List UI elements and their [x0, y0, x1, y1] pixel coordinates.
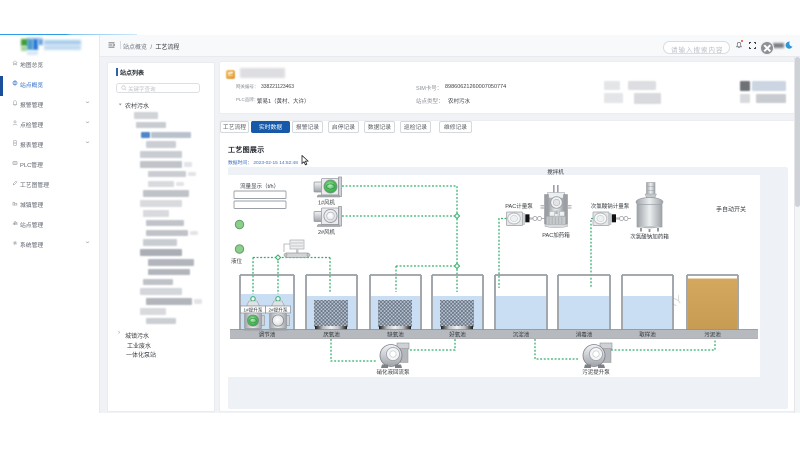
svg-text:1#风机: 1#风机 — [318, 199, 336, 207]
svg-text:污泥池: 污泥池 — [704, 331, 721, 339]
svg-text:沉淀池: 沉淀池 — [513, 331, 530, 339]
svg-text:液位: 液位 — [231, 257, 243, 265]
svg-text:好氧池: 好氧池 — [449, 331, 466, 339]
svg-text:流量显示（t/h）: 流量显示（t/h） — [240, 182, 279, 190]
svg-text:1#提升泵: 1#提升泵 — [244, 307, 263, 314]
svg-text:消毒池: 消毒池 — [576, 331, 593, 339]
svg-text:次氯酸钠计量泵: 次氯酸钠计量泵 — [591, 202, 630, 210]
svg-text:厌氧池: 厌氧池 — [323, 331, 340, 339]
svg-text:缺氧池: 缺氧池 — [387, 331, 404, 339]
svg-text:手自动开关: 手自动开关 — [716, 206, 746, 214]
svg-text:PAC计量泵: PAC计量泵 — [505, 202, 533, 210]
svg-text:调节池: 调节池 — [259, 331, 276, 339]
svg-text:取样池: 取样池 — [639, 331, 656, 339]
svg-text:次氯酸钠加药箱: 次氯酸钠加药箱 — [630, 233, 669, 241]
svg-text:2#提升泵: 2#提升泵 — [269, 307, 288, 314]
svg-text:PAC加药箱: PAC加药箱 — [542, 231, 570, 239]
svg-text:硝化液回流泵: 硝化液回流泵 — [376, 368, 410, 376]
svg-text:2#风机: 2#风机 — [318, 228, 336, 236]
svg-text:搅拌机: 搅拌机 — [547, 168, 564, 176]
svg-text:污泥提升泵: 污泥提升泵 — [582, 368, 610, 376]
